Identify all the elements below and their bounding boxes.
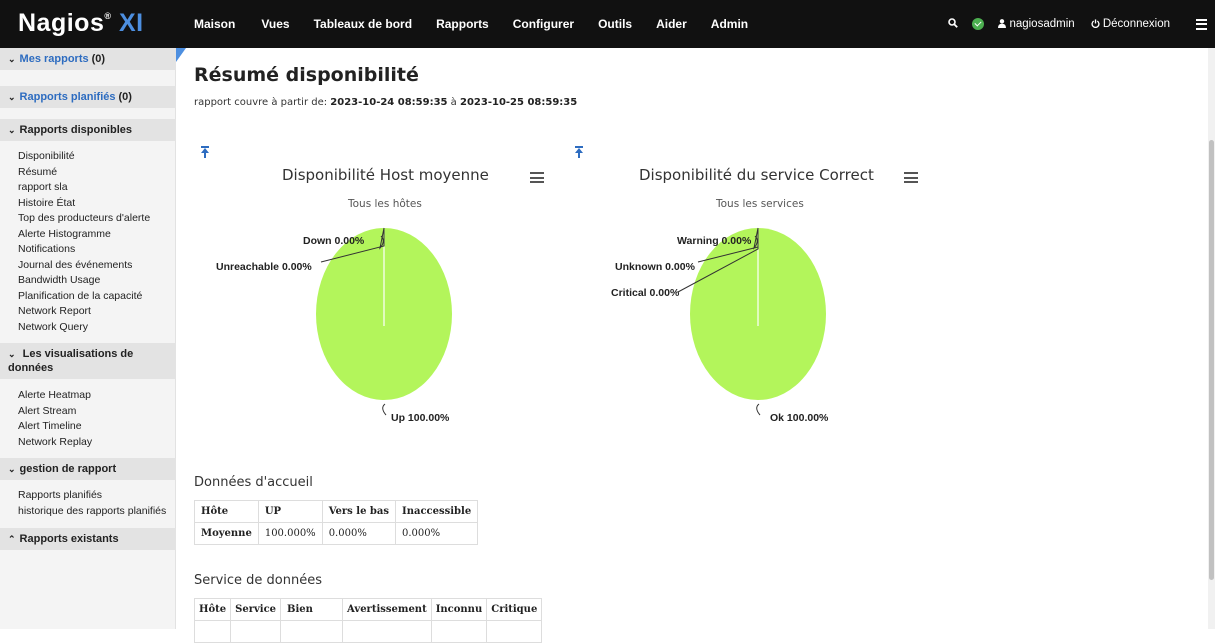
main-nav: Maison Vues Tableaux de bord Rapports Co… (194, 0, 772, 48)
service-pie-label-critical: Critical 0.00% (611, 287, 680, 299)
right-nav: nagiosadmin Déconnexion (948, 0, 1215, 48)
report-link-network-query[interactable]: Network Query (18, 320, 150, 336)
chevron-down-icon: ⌄ (8, 53, 16, 64)
nav-outils[interactable]: Outils (598, 17, 632, 31)
table-row: Moyenne 100.000% 0.000% 0.000% (194, 522, 479, 545)
available-reports-list: Disponibilité Résumé rapport sla Histoir… (18, 149, 150, 335)
visualizations-list: Alerte Heatmap Alert Stream Alert Timeli… (18, 388, 92, 450)
top-navbar: Nagios® XI Maison Vues Tableaux de bord … (0, 0, 1215, 48)
table-header: Inconnu (430, 598, 488, 621)
report-link-top-producteurs[interactable]: Top des producteurs d'alerte (18, 211, 150, 227)
table-header: Hôte (194, 500, 259, 523)
host-data-title: Données d'accueil (194, 475, 313, 490)
service-pie-label-warning: Warning 0.00% (677, 235, 752, 247)
mgmt-link-scheduled[interactable]: Rapports planifiés (18, 488, 166, 504)
table-header: UP (257, 500, 323, 523)
table-header: Hôte (193, 598, 232, 621)
chevron-down-icon: ⌄ (8, 463, 16, 474)
scheduled-reports-toggle[interactable]: ⌄ Rapports planifiés (0) (0, 86, 176, 108)
report-link-bandwidth[interactable]: Bandwidth Usage (18, 273, 150, 289)
search-icon[interactable] (948, 17, 959, 31)
visualizations-toggle[interactable]: ⌄ Les visualisations de données (0, 343, 176, 379)
host-pie-label-unreachable: Unreachable 0.00% (216, 261, 312, 273)
table-cell: Moyenne (194, 522, 259, 545)
management-list: Rapports planifiés historique des rappor… (18, 488, 166, 519)
pie-charts-svg (316, 227, 826, 416)
nav-aider[interactable]: Aider (656, 17, 687, 31)
user-icon (998, 19, 1007, 28)
menu-icon[interactable] (1196, 18, 1207, 30)
chevron-up-icon: ⌃ (8, 533, 16, 544)
viz-link-alert-stream[interactable]: Alert Stream (18, 404, 92, 420)
report-link-resume[interactable]: Résumé (18, 165, 150, 181)
table-header: Bien (280, 598, 344, 621)
table-cell (280, 620, 344, 643)
table-cell: 100.000% (257, 522, 323, 545)
existing-reports-toggle[interactable]: ⌃ Rapports existants (0, 528, 176, 550)
report-link-disponibilite[interactable]: Disponibilité (18, 149, 150, 165)
status-ok-icon[interactable] (972, 18, 985, 30)
nav-tableaux-de-bord[interactable]: Tableaux de bord (314, 17, 412, 31)
nav-vues[interactable]: Vues (261, 17, 289, 31)
nav-admin[interactable]: Admin (711, 17, 748, 31)
table-cell: 0.000% (395, 522, 479, 545)
sidebar-collapse-tab[interactable] (176, 48, 186, 62)
report-link-sla[interactable]: rapport sla (18, 180, 150, 196)
service-pie-label-unknown: Unknown 0.00% (615, 261, 695, 273)
viz-link-alerte-heatmap[interactable]: Alerte Heatmap (18, 388, 92, 404)
table-row (193, 620, 543, 643)
scrollbar-thumb[interactable] (1209, 140, 1214, 580)
my-reports-toggle[interactable]: ⌄ Mes rapports (0) (0, 48, 176, 70)
report-link-capacite[interactable]: Planification de la capacité (18, 289, 150, 305)
table-cell (430, 620, 488, 643)
table-header-row: Hôte Service Bien Avertissement Inconnu … (193, 598, 543, 621)
table-header-row: Hôte UP Vers le bas Inaccessible (194, 500, 479, 523)
report-link-network-report[interactable]: Network Report (18, 304, 150, 320)
nav-maison[interactable]: Maison (194, 17, 235, 31)
service-data-table: Hôte Service Bien Avertissement Inconnu … (193, 598, 543, 643)
service-pie-leader-ok (756, 403, 761, 416)
service-pie-label-ok: Ok 100.00% (770, 412, 829, 424)
available-reports-toggle[interactable]: ⌄ Rapports disponibles (0, 119, 176, 141)
nagios-logo[interactable]: Nagios® XI (18, 9, 144, 38)
main-content: Résumé disponibilité rapport couvre à pa… (193, 48, 1209, 643)
user-menu[interactable]: nagiosadmin (998, 18, 1075, 30)
host-pie-label-up: Up 100.00% (391, 412, 450, 424)
table-header: Critique (486, 598, 543, 621)
viz-link-network-replay[interactable]: Network Replay (18, 435, 92, 451)
table-header: Vers le bas (321, 500, 397, 523)
mgmt-link-history[interactable]: historique des rapports planifiés (18, 504, 166, 520)
host-data-table: Hôte UP Vers le bas Inaccessible Moyenne… (194, 500, 479, 545)
table-header: Inaccessible (395, 500, 479, 523)
table-header: Service (230, 598, 282, 621)
reports-sidebar: ⌄ Mes rapports (0) ⌄ Rapports planifiés … (0, 48, 176, 629)
nav-rapports[interactable]: Rapports (436, 17, 489, 31)
table-cell (342, 620, 432, 643)
host-pie-leader-up (382, 403, 387, 416)
report-link-notifications[interactable]: Notifications (18, 242, 150, 258)
table-cell (486, 620, 543, 643)
report-link-journal[interactable]: Journal des événements (18, 258, 150, 274)
report-link-alerte-histogramme[interactable]: Alerte Histogramme (18, 227, 150, 243)
viz-link-alert-timeline[interactable]: Alert Timeline (18, 419, 92, 435)
table-cell (230, 620, 282, 643)
chevron-down-icon: ⌄ (8, 91, 16, 102)
table-cell: 0.000% (321, 522, 397, 545)
chevron-down-icon: ⌄ (8, 349, 16, 359)
report-link-histoire-etat[interactable]: Histoire État (18, 196, 150, 212)
service-data-title: Service de données (194, 573, 323, 588)
table-header: Avertissement (342, 598, 432, 621)
report-management-toggle[interactable]: ⌄ gestion de rapport (0, 458, 176, 480)
chevron-down-icon: ⌄ (8, 124, 16, 135)
host-pie-label-down: Down 0.00% (303, 235, 365, 247)
nav-configurer[interactable]: Configurer (513, 17, 574, 31)
table-cell (193, 620, 232, 643)
power-icon (1091, 19, 1100, 29)
logout-link[interactable]: Déconnexion (1091, 18, 1170, 30)
